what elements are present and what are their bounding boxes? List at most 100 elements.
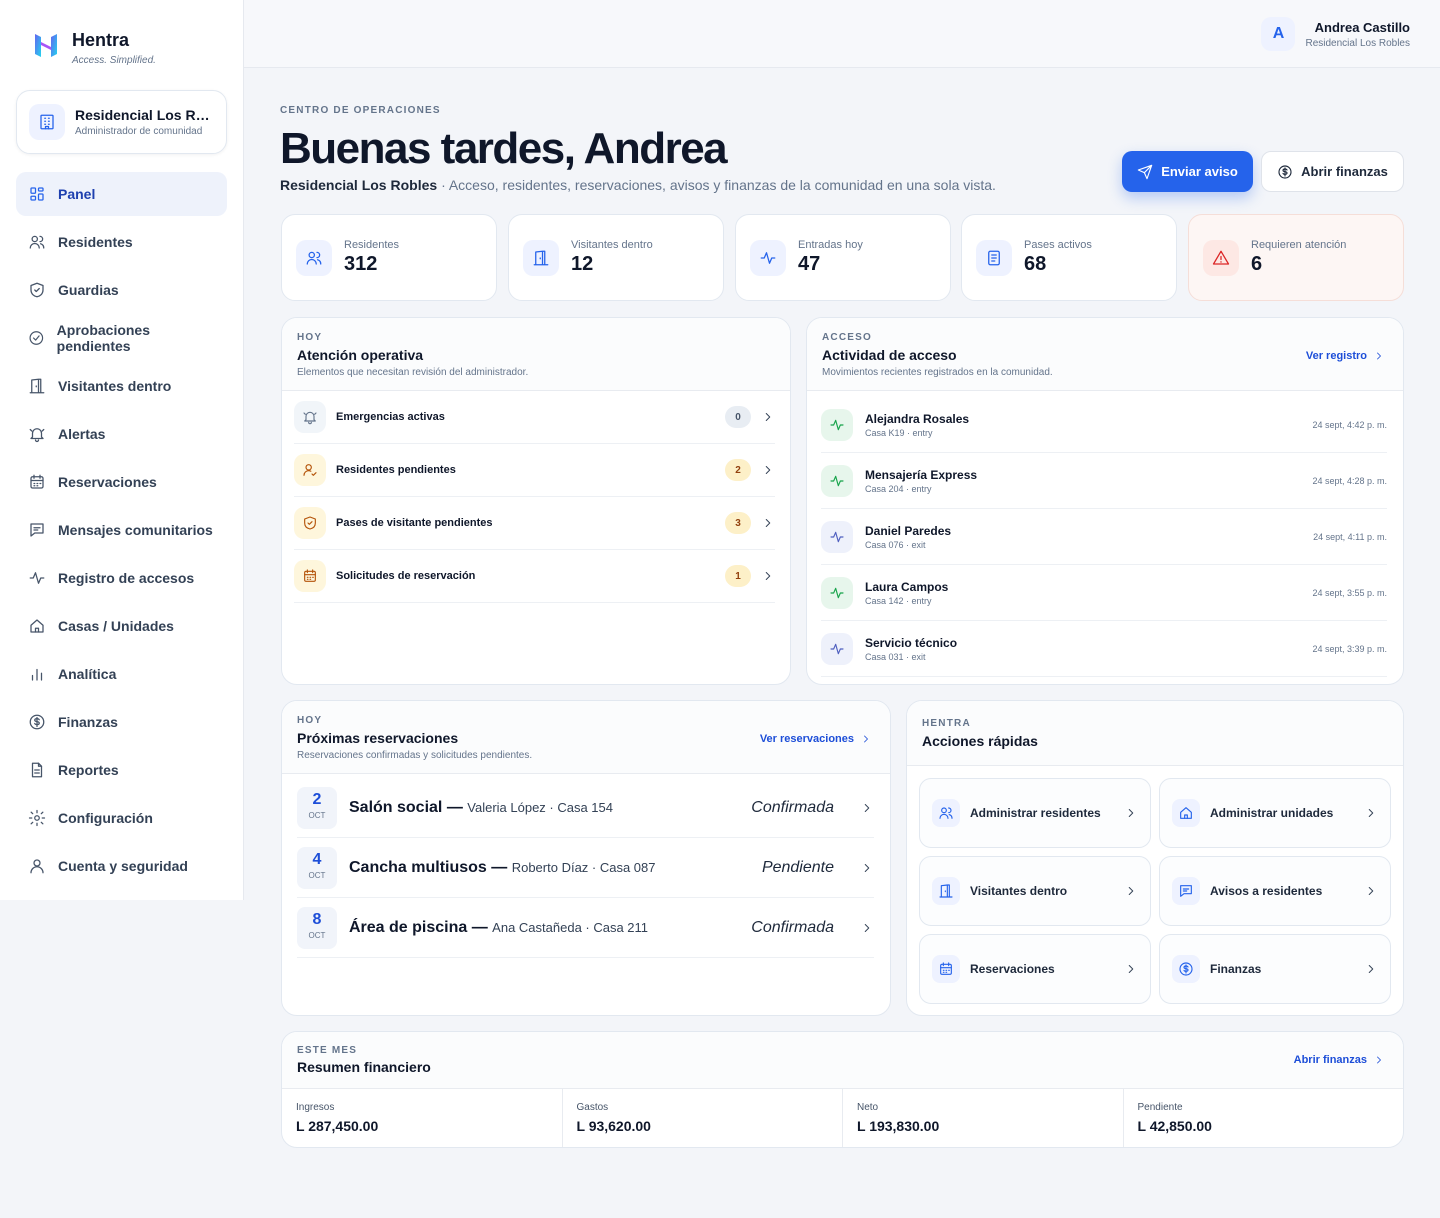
attention-card: HOY Atención operativa Elementos que nec… <box>281 317 791 685</box>
attention-item[interactable]: Pases de visitante pendientes 3 <box>294 497 775 550</box>
send-notice-button[interactable]: Enviar aviso <box>1122 151 1253 192</box>
finance-title: Resumen financiero <box>297 1059 431 1075</box>
finance-metric: Neto L 193,830.00 <box>843 1088 1124 1147</box>
view-log-link[interactable]: Ver registro <box>1306 350 1385 362</box>
sidebar-item-residentes[interactable]: Residentes <box>16 220 227 264</box>
sidebar-item-label: Registro de accesos <box>58 570 195 586</box>
activity-item[interactable]: Alejandra Rosales Casa K19 · entry 24 sept… <box>821 397 1387 453</box>
quick-action-button[interactable]: Reservaciones <box>919 934 1151 1004</box>
community-role: Administrador de comunidad <box>75 126 203 137</box>
stat-card[interactable]: Requieren atención 6 <box>1188 214 1404 301</box>
reservation-who: Ana Castañeda · Casa 211 <box>492 919 649 935</box>
quick-action-button[interactable]: Administrar unidades <box>1159 778 1391 848</box>
sidebar-item-label: Casas / Unidades <box>58 618 174 634</box>
sidebar-item-alertas[interactable]: Alertas <box>16 412 227 456</box>
finance-metric: Pendiente L 42,850.00 <box>1124 1088 1404 1147</box>
sidebar-item-casas-unidades[interactable]: Casas / Unidades <box>16 604 227 648</box>
stat-card[interactable]: Pases activos 68 <box>961 214 1177 301</box>
stat-value: 47 <box>798 253 821 275</box>
finance-value: L 93,620.00 <box>576 1118 651 1134</box>
attention-item[interactable]: Residentes pendientes 2 <box>294 444 775 497</box>
activity-item[interactable]: Laura Campos Casa 142 · entry 24 sept, 3:5… <box>821 565 1387 621</box>
activity-list: Alejandra Rosales Casa K19 · entry 24 sept… <box>807 391 1403 677</box>
send-icon <box>1137 164 1153 179</box>
reservation-item[interactable]: 8 OCT Área de piscina — Ana Castañeda · Ca… <box>297 898 874 958</box>
attention-list: Emergencias activas 0 Residentes pendiente… <box>282 391 790 603</box>
activity-meta: Casa K19 · entry <box>865 427 933 438</box>
sidebar-item-registro-de-accesos[interactable]: Registro de accesos <box>16 556 227 600</box>
chevron-right-icon <box>765 572 771 580</box>
shield-icon <box>30 282 44 298</box>
quick-action-label: Visitantes dentro <box>970 884 1068 898</box>
chevron-right-icon <box>1128 965 1134 973</box>
chevron-right-icon <box>1128 887 1134 895</box>
sidebar-item-label: Aprobaciones pendientes <box>56 322 151 354</box>
quick-action-button[interactable]: Administrar residentes <box>919 778 1151 848</box>
shield-icon <box>304 516 316 530</box>
message-icon <box>1180 885 1192 897</box>
activity-type-icon <box>821 408 853 441</box>
sidebar-item-label: Alertas <box>58 426 106 442</box>
finance-eyebrow: ESTE MES <box>297 1045 358 1056</box>
activity-icon <box>830 643 844 654</box>
brand[interactable]: Hentra Access. Simplified. <box>32 28 156 66</box>
quick-actions-eyebrow: HENTRA <box>922 718 971 729</box>
sidebar-item-finanzas[interactable]: Finanzas <box>16 700 227 744</box>
sidebar-item-cuenta-y-seguridad[interactable]: Cuenta y seguridad <box>16 844 227 888</box>
stat-card[interactable]: Residentes 312 <box>281 214 497 301</box>
reservation-status: Confirmada <box>751 798 834 816</box>
finance-metric: Ingresos L 287,450.00 <box>282 1088 563 1147</box>
activity-item[interactable]: Servicio técnico Casa 031 · exit 24 sept, … <box>821 621 1387 677</box>
sidebar-item-configuracion[interactable]: Configuración <box>16 796 227 840</box>
sidebar-item-mensajes-comunitarios[interactable]: Mensajes comunitarios <box>16 508 227 552</box>
view-reservations-link[interactable]: Ver reservaciones <box>760 733 872 745</box>
reservations-eyebrow: HOY <box>297 715 323 726</box>
dollar-icon <box>29 714 45 730</box>
reservation-date: 2 OCT <box>297 786 337 829</box>
activity-item[interactable]: Daniel Paredes Casa 076 · exit 24 sept, 4:… <box>821 509 1387 565</box>
stat-card[interactable]: Visitantes dentro 12 <box>508 214 724 301</box>
activity-name: Daniel Paredes <box>865 523 952 538</box>
finance-label: Gastos <box>576 1102 609 1113</box>
attention-item[interactable]: Solicitudes de reservación 1 <box>294 550 775 603</box>
quick-action-button[interactable]: Avisos a residentes <box>1159 856 1391 926</box>
sidebar-item-analitica[interactable]: Analítica <box>16 652 227 696</box>
calendar-icon <box>30 474 44 489</box>
quick-action-button[interactable]: Finanzas <box>1159 934 1391 1004</box>
quick-actions-title: Acciones rápidas <box>922 733 1038 749</box>
sidebar-item-guardias[interactable]: Guardias <box>16 268 227 312</box>
community-switcher[interactable]: Residencial Los Robles Administrador de … <box>16 90 227 154</box>
sidebar-item-reportes[interactable]: Reportes <box>16 748 227 792</box>
quick-action-label: Avisos a residentes <box>1210 884 1323 898</box>
chevron-right-icon <box>1368 887 1374 895</box>
finance-header: ESTE MES Resumen financiero Abrir finanz… <box>282 1032 1403 1089</box>
quick-action-button[interactable]: Visitantes dentro <box>919 856 1151 926</box>
quick-action-icon <box>932 799 960 827</box>
attention-header: HOY Atención operativa Elementos que nec… <box>282 318 790 391</box>
stat-card[interactable]: Entradas hoy 47 <box>735 214 951 301</box>
attention-item-icon <box>294 560 326 592</box>
sidebar-item-panel[interactable]: Panel <box>16 172 227 216</box>
activity-type-icon <box>821 576 853 609</box>
reservation-item[interactable]: 4 OCT Cancha multiusos — Roberto Díaz · Ca… <box>297 838 874 898</box>
activity-time: 24 sept, 4:28 p. m. <box>1312 475 1387 486</box>
activity-item[interactable]: Mensajería Express Casa 204 · entry 24 sep… <box>821 453 1387 509</box>
reservation-item[interactable]: 2 OCT Salón social — Valeria López · Casa … <box>297 778 874 838</box>
quick-actions-grid: Administrar residentes Administrar unidad… <box>919 778 1391 1004</box>
attention-item[interactable]: Emergencias activas 0 <box>294 391 775 444</box>
pass-icon <box>988 250 1000 265</box>
activity-icon <box>830 475 844 486</box>
attention-item-label: Solicitudes de reservación <box>336 570 476 582</box>
stat-icon <box>976 239 1012 276</box>
activity-icon <box>760 251 776 264</box>
sidebar-item-reservaciones[interactable]: Reservaciones <box>16 460 227 504</box>
sidebar-item-label: Configuración <box>58 810 153 826</box>
open-finance-link[interactable]: Abrir finanzas <box>1294 1054 1385 1066</box>
chevron-right-icon <box>765 466 771 474</box>
reservations-header: HOY Próximas reservaciones Reservaciones… <box>282 701 890 774</box>
gear-icon <box>28 809 46 827</box>
sidebar-item-visitantes-dentro[interactable]: Visitantes dentro <box>16 364 227 408</box>
user-menu[interactable]: A Andrea Castillo Residencial Los Robles <box>1261 17 1410 51</box>
sidebar-item-aprobaciones-pendientes[interactable]: Aprobaciones pendientes <box>16 316 227 360</box>
open-finance-button[interactable]: Abrir finanzas <box>1261 151 1404 192</box>
